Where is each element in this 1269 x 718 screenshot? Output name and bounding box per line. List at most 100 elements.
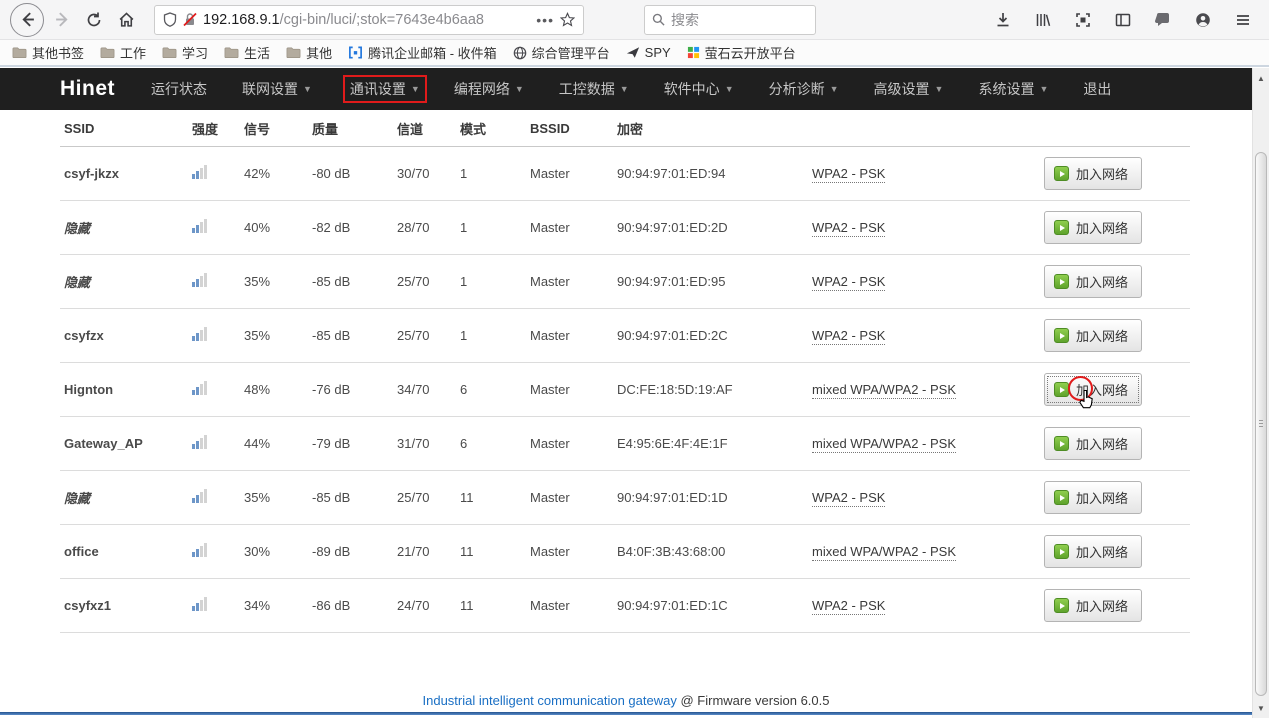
bookmark-item[interactable]: 其他 xyxy=(280,41,338,64)
signal-strength-icon xyxy=(192,381,207,395)
bookmark-item[interactable]: 生活 xyxy=(218,41,276,64)
header-encryption: 加密 xyxy=(613,110,808,147)
nav-item[interactable]: 编程网络▼ xyxy=(450,76,528,102)
chevron-down-icon: ▼ xyxy=(1039,84,1048,94)
bookmark-star-icon[interactable] xyxy=(560,12,575,27)
bssid-cell: E4:95:6E:4F:4E:1F xyxy=(613,417,808,471)
forward-button[interactable] xyxy=(46,4,78,36)
join-button-label: 加入网络 xyxy=(1076,326,1128,345)
sidebar-button[interactable] xyxy=(1107,4,1139,36)
join-network-button[interactable]: 加入网络 xyxy=(1044,211,1142,244)
bookmark-item[interactable]: 腾讯企业邮箱 - 收件箱 xyxy=(342,41,503,64)
join-network-button[interactable]: 加入网络 xyxy=(1044,427,1142,460)
nav-item[interactable]: 高级设置▼ xyxy=(870,76,948,102)
nav-item[interactable]: 系统设置▼ xyxy=(974,76,1052,102)
bookmark-label: 萤石云开放平台 xyxy=(705,43,796,62)
bookmark-item[interactable]: 其他书签 xyxy=(6,41,90,64)
bookmark-item[interactable]: 学习 xyxy=(156,41,214,64)
reload-icon xyxy=(86,12,102,28)
join-network-button[interactable]: 加入网络 xyxy=(1044,589,1142,622)
strength-cell xyxy=(188,255,240,309)
nav-item[interactable]: 联网设置▼ xyxy=(238,76,316,102)
downloads-button[interactable] xyxy=(987,4,1019,36)
reload-button[interactable] xyxy=(78,4,110,36)
channel-cell: 1 xyxy=(456,201,526,255)
bookmark-item[interactable]: 萤石云开放平台 xyxy=(681,41,802,64)
colorful-squares-icon xyxy=(687,46,700,59)
signal-strength-icon xyxy=(192,489,207,503)
scrollbar-thumb[interactable] xyxy=(1255,152,1267,696)
encryption-cell: WPA2 - PSK xyxy=(808,147,1040,201)
strength-cell xyxy=(188,309,240,363)
insecure-lock-icon xyxy=(183,12,197,27)
join-network-button[interactable]: 加入网络 xyxy=(1044,535,1142,568)
channel-cell: 11 xyxy=(456,525,526,579)
encryption-cell: mixed WPA/WPA2 - PSK xyxy=(808,417,1040,471)
nav-item[interactable]: 工控数据▼ xyxy=(555,76,633,102)
signal-strength-icon xyxy=(192,327,207,341)
bookmark-item[interactable]: 综合管理平台 xyxy=(507,41,616,64)
mode-cell: Master xyxy=(526,471,613,525)
messages-button[interactable] xyxy=(1147,4,1179,36)
mode-cell: Master xyxy=(526,525,613,579)
bssid-cell: DC:FE:18:5D:19:AF xyxy=(613,363,808,417)
url-bar[interactable]: 192.168.9.1/cgi-bin/luci/;stok=7643e4b6a… xyxy=(154,5,584,35)
nav-item[interactable]: 分析诊断▼ xyxy=(765,76,843,102)
bookmark-label: 生活 xyxy=(244,43,270,62)
vertical-scrollbar[interactable]: ▲ ▼ xyxy=(1252,68,1269,718)
signal-percent-cell: 30% xyxy=(240,525,308,579)
sidebar-icon xyxy=(1115,12,1131,28)
chevron-down-icon: ▼ xyxy=(620,84,629,94)
join-icon xyxy=(1054,328,1069,343)
join-network-button[interactable]: 加入网络 xyxy=(1044,157,1142,190)
home-button[interactable] xyxy=(110,4,142,36)
header-mode: 模式 xyxy=(456,110,526,147)
back-button[interactable] xyxy=(10,3,44,37)
scroll-up-arrow[interactable]: ▲ xyxy=(1253,70,1269,86)
bookmark-item[interactable]: 工作 xyxy=(94,41,152,64)
nav-item[interactable]: 退出 xyxy=(1079,76,1115,102)
join-icon xyxy=(1054,166,1069,181)
bssid-cell: 90:94:97:01:ED:95 xyxy=(613,255,808,309)
menu-button[interactable] xyxy=(1227,4,1259,36)
join-network-button[interactable]: 加入网络 xyxy=(1044,265,1142,298)
paper-plane-icon xyxy=(626,46,640,59)
scroll-down-arrow[interactable]: ▼ xyxy=(1253,700,1269,716)
page-actions-icon[interactable]: ••• xyxy=(536,12,554,28)
header-channel: 信道 xyxy=(393,110,456,147)
join-network-button[interactable]: 加入网络 xyxy=(1044,373,1142,406)
quality-cell: 31/70 xyxy=(393,417,456,471)
url-path: /cgi-bin/luci/;stok=7643e4b6aa8 xyxy=(280,12,484,28)
join-network-button[interactable]: 加入网络 xyxy=(1044,319,1142,352)
quality-cell: 34/70 xyxy=(393,363,456,417)
library-button[interactable] xyxy=(1027,4,1059,36)
join-button-label: 加入网络 xyxy=(1076,542,1128,561)
bookmark-item[interactable]: SPY xyxy=(620,43,677,62)
firmware-version: @ Firmware version 6.0.5 xyxy=(677,693,830,708)
gateway-link[interactable]: Industrial intelligent communication gat… xyxy=(423,693,677,708)
chevron-down-icon: ▼ xyxy=(303,84,312,94)
bookmark-label: SPY xyxy=(645,45,671,60)
mode-cell: Master xyxy=(526,309,613,363)
nav-item-label: 编程网络 xyxy=(454,79,510,99)
ssid-cell: Hignton xyxy=(60,363,188,417)
wifi-network-row: csyf-jkzx 42% -80 dB 30/70 1 Master 90:9… xyxy=(60,147,1190,201)
nav-item[interactable]: 运行状态 xyxy=(147,76,211,102)
search-box[interactable] xyxy=(644,5,816,35)
wifi-scan-content: SSID 强度 信号 质量 信道 模式 BSSID 加密 csyf-jkzx 4… xyxy=(0,110,1252,718)
account-button[interactable] xyxy=(1187,4,1219,36)
nav-item[interactable]: 通讯设置▼ xyxy=(343,75,427,103)
signal-db-cell: -76 dB xyxy=(308,363,393,417)
nav-item[interactable]: 软件中心▼ xyxy=(660,76,738,102)
join-button-label: 加入网络 xyxy=(1076,488,1128,507)
browser-toolbar: 192.168.9.1/cgi-bin/luci/;stok=7643e4b6a… xyxy=(0,0,1269,40)
chevron-down-icon: ▼ xyxy=(935,84,944,94)
action-cell: 加入网络 xyxy=(1040,471,1190,525)
join-network-button[interactable]: 加入网络 xyxy=(1044,481,1142,514)
search-input[interactable] xyxy=(671,12,781,28)
ssid-cell: csyfxz1 xyxy=(60,579,188,633)
chevron-down-icon: ▼ xyxy=(725,84,734,94)
screenshot-button[interactable] xyxy=(1067,4,1099,36)
signal-db-cell: -85 dB xyxy=(308,471,393,525)
strength-cell xyxy=(188,525,240,579)
